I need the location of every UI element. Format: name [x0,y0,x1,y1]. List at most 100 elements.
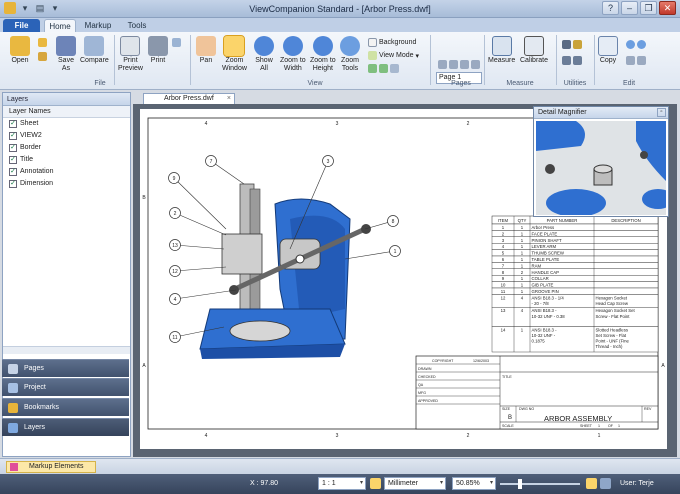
chevron-down-icon: ▾ [415,52,420,60]
print-preview-icon [120,36,141,56]
layer-item[interactable]: ✓ Sheet [3,118,130,130]
view-mode-icon [368,51,377,60]
folder-icon [10,36,30,56]
bom-cell: COLLAR [532,276,549,281]
bom-cell-line: Head Cap Screw [596,301,629,306]
document-tab[interactable]: Arbor Press.dwf × [143,93,235,104]
background-option[interactable]: Background [368,38,416,47]
bom-cell-line: Slotted Headless [596,327,629,332]
nav-layers-button[interactable]: Layers [2,418,129,436]
open-button[interactable]: Open [10,36,30,65]
view-mode-option[interactable]: View Mode ▾ [368,51,419,60]
minimize-button[interactable]: – [621,1,638,15]
compass-icon [524,36,544,56]
tab-markup[interactable]: Markup [80,19,116,32]
measure-button[interactable]: Measure [488,36,515,65]
restore-button[interactable]: ❐ [640,1,657,15]
scale-lock-icon[interactable] [370,478,381,489]
grid-icon[interactable] [600,478,611,489]
markup-elements-tab[interactable]: Markup Elements [6,461,96,473]
zoom-select[interactable]: 50.85% ▾ [452,477,496,490]
compare-button[interactable]: Compare [80,36,109,65]
group-pages-label: Pages [451,80,471,87]
group-file-label: File [94,80,106,87]
show-all-button[interactable]: Show All [254,36,274,73]
close-tab-icon[interactable]: × [227,94,231,104]
date-value: 12/6/2003 [473,359,489,363]
page-nav-icons[interactable] [438,60,480,69]
layer-checkbox[interactable]: ✓ [9,156,17,164]
bom-cell-wrapped: Hexagon Socket Head Cap Screw [596,295,629,306]
separator [556,35,557,85]
pin-icon[interactable]: ▫ [657,108,666,117]
border-letter-left: B [142,195,146,201]
zoom-to-height-button[interactable]: Zoom to Height [310,36,336,73]
nav-pages-button[interactable]: Pages [2,359,129,377]
layer-item[interactable]: ✓ Dimension [3,178,130,190]
layer-checkbox[interactable]: ✓ [9,168,17,176]
drawing-title: ARBOR ASSEMBLY [544,414,612,423]
bom-cell-line: Point - UNF (Fine [596,339,630,344]
layer-checkbox[interactable]: ✓ [9,144,17,152]
balloon-number: 8 [392,219,395,225]
zoom-slider-thumb[interactable] [518,479,522,489]
bom-cell: GIB PLATE [532,283,554,288]
bill-of-materials: ITEM QTY PART NUMBER DESCRIPTION 1 1 Arbor Pre… [491,215,659,353]
layer-item[interactable]: ✓ Annotation [3,166,130,178]
detail-magnifier[interactable]: Detail Magnifier ▫ [533,106,669,217]
bookmarks-icon [8,403,18,413]
close-button[interactable]: ✕ [659,1,676,15]
snap-icon[interactable] [586,478,597,489]
utilities-icons[interactable] [562,40,582,49]
small-open-icons[interactable] [38,38,47,47]
balloon-number: 7 [210,159,213,165]
layer-names-header[interactable]: Layer Names [3,106,130,118]
bom-header-cell: QTY [518,218,527,223]
window-title: ViewCompanion Standard - [Arbor Press.dw… [249,4,431,14]
bom-cell-line: Screw - Flat Point [596,314,631,319]
bom-row [491,268,659,276]
bom-cell: Arbor Press [532,225,555,230]
page-setup-icon[interactable] [172,38,181,47]
layer-checkbox[interactable]: ✓ [9,120,17,128]
scale-select[interactable]: 1 : 1 ▾ [318,477,366,490]
print-button[interactable]: Print [148,36,168,65]
layer-checkbox[interactable]: ✓ [9,132,17,140]
border-number-bottom: 3 [336,433,339,439]
find-icon [626,40,635,49]
zoom-to-width-button[interactable]: Zoom to Width [280,36,306,73]
nav-bookmarks-button[interactable]: Bookmarks [2,398,129,416]
size-label: SIZE [502,407,511,411]
pan-button[interactable]: Pan [196,36,216,65]
text-icon [562,56,571,65]
layer-item[interactable]: ✓ VIEW2 [3,130,130,142]
copy-button[interactable]: Copy [598,36,618,65]
zoom-window-button[interactable]: Zoom Window [222,35,247,73]
of-label: OF [608,424,614,428]
zoom-slider-track[interactable] [500,483,580,485]
utilities-icons-2[interactable] [562,56,582,65]
print-preview-button[interactable]: Print Preview [118,36,143,73]
layer-checkbox[interactable]: ✓ [9,180,17,188]
nav-project-button[interactable]: Project [2,378,129,396]
layer-name: VIEW2 [20,132,42,139]
zoom-tools-button[interactable]: Zoom Tools [340,36,360,73]
magnifier-svg [536,121,666,215]
calibrate-button[interactable]: Calibrate [520,36,548,65]
tab-file[interactable]: File [3,19,40,32]
view-small-icons[interactable] [368,64,399,73]
balloon-number: 2 [174,211,177,217]
title-block-frame [415,355,659,430]
save-as-button[interactable]: Save As [56,36,76,73]
units-select[interactable]: Millimeter ▾ [384,477,446,490]
horizontal-scrollbar[interactable] [3,346,130,354]
edit-small-icons[interactable] [626,40,646,49]
tab-tools[interactable]: Tools [122,19,152,32]
layer-item[interactable]: ✓ Border [3,142,130,154]
layer-item[interactable]: ✓ Title [3,154,130,166]
edit-small-icons-2[interactable] [626,56,646,65]
small-arrow-icons[interactable] [38,52,47,61]
bom-cell: 10 [501,283,506,288]
tab-home[interactable]: Home [44,19,76,32]
help-icon[interactable]: ? [602,1,619,15]
